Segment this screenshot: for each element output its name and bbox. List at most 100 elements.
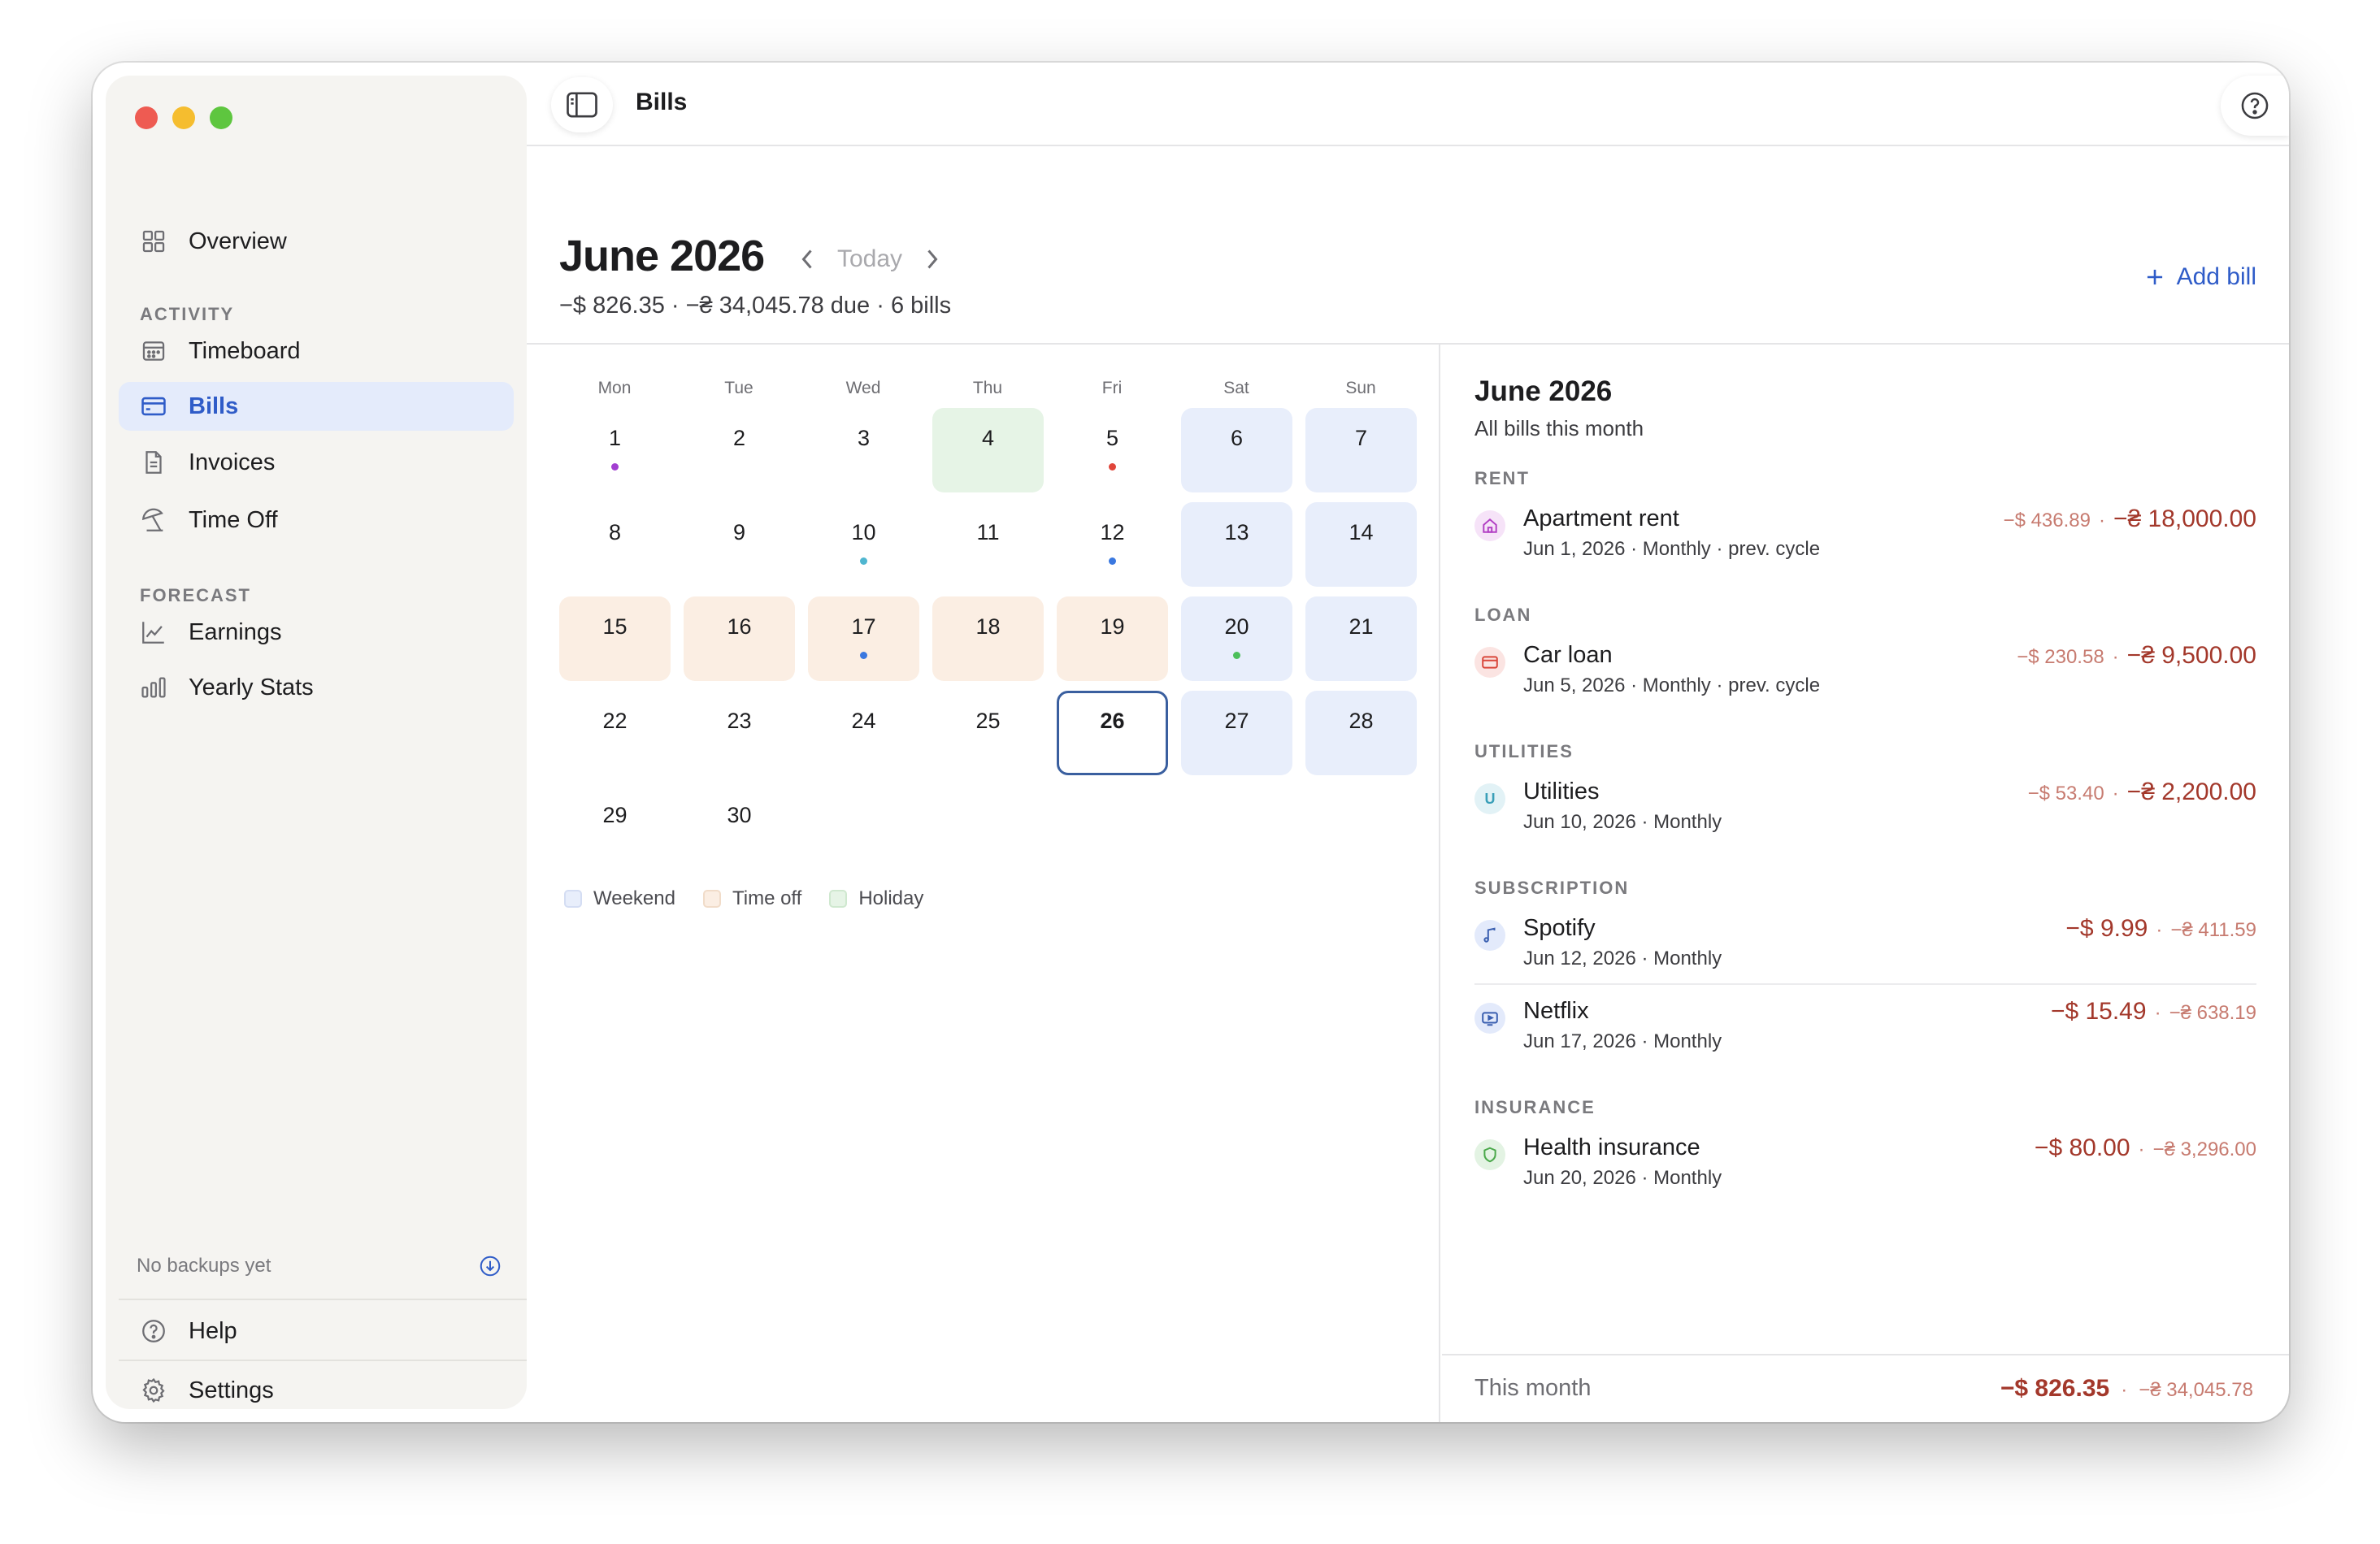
total-usd: −$ 826.35 [2000, 1375, 2110, 1402]
bill-amount: −$ 230.58 · −₴ 9,500.00 [2017, 642, 2256, 670]
calendar-day[interactable]: 5 [1057, 408, 1168, 492]
minimize-window-button[interactable] [172, 106, 195, 129]
day-number: 26 [1100, 709, 1125, 733]
help-button[interactable] [2221, 76, 2289, 136]
calendar-day[interactable]: 18 [932, 596, 1044, 681]
calendar-day[interactable]: 29 [559, 785, 671, 870]
chevron-left-icon[interactable] [798, 247, 816, 271]
amount-uah: −₴ 638.19 [2169, 1002, 2256, 1024]
category-subscription: SUBSCRIPTION [1474, 878, 1630, 898]
sidebar-item-label: Time Off [189, 506, 278, 533]
calendar-day[interactable]: 23 [684, 691, 795, 775]
calendar-day[interactable]: 15 [559, 596, 671, 681]
calendar-day[interactable]: 24 [808, 691, 919, 775]
calendar-day[interactable]: 10 [808, 502, 919, 587]
download-circle-icon[interactable] [478, 1254, 502, 1278]
sidebar-item-label: Overview [189, 228, 287, 254]
calendar-day[interactable]: 26 [1057, 691, 1168, 775]
day-number: 27 [1224, 709, 1249, 733]
calendar-day[interactable]: 8 [559, 502, 671, 587]
calendar-day[interactable]: 22 [559, 691, 671, 775]
sidebar-item-settings[interactable]: Settings [119, 1368, 514, 1413]
sidebar-item-bills[interactable]: Bills [119, 382, 514, 431]
calendar-day[interactable]: 7 [1305, 408, 1417, 492]
calendar-day[interactable]: 13 [1181, 502, 1292, 587]
sidebar-item-label: Help [189, 1317, 237, 1344]
calendar-day[interactable]: 11 [932, 502, 1044, 587]
bill-name: Apartment rent [1523, 505, 1679, 531]
calendar-day[interactable]: 20 [1181, 596, 1292, 681]
today-button[interactable]: Today [837, 245, 902, 273]
bill-row-health-insurance[interactable]: Health insurance Jun 20, 2026 · Monthly … [1474, 1134, 2256, 1199]
sidebar-item-invoices[interactable]: Invoices [119, 438, 514, 487]
calendar-day[interactable]: 14 [1305, 502, 1417, 587]
bill-divider [1474, 983, 2256, 985]
sidebar-item-overview[interactable]: Overview [119, 217, 514, 266]
amount-uah: −₴ 2,200.00 [2126, 779, 2256, 805]
calendar-day[interactable]: 30 [684, 785, 795, 870]
bill-indicator-dot [1109, 557, 1116, 565]
calendar-day[interactable]: 17 [808, 596, 919, 681]
bill-row-car-loan[interactable]: Car loan Jun 5, 2026 · Monthly · prev. c… [1474, 642, 2256, 707]
calendar-day[interactable]: 25 [932, 691, 1044, 775]
calendar-day[interactable]: 4 [932, 408, 1044, 492]
day-number: 11 [976, 520, 1000, 544]
bill-row-utilities[interactable]: U Utilities Jun 10, 2026 · Monthly −$ 53… [1474, 779, 2256, 844]
bill-name: Netflix [1523, 998, 1589, 1024]
zoom-window-button[interactable] [210, 106, 232, 129]
bill-meta: Jun 12, 2026 · Monthly [1523, 948, 1722, 969]
bill-row-apartment-rent[interactable]: Apartment rent Jun 1, 2026 · Monthly · p… [1474, 505, 2256, 570]
sidebar-item-yearly-stats[interactable]: Yearly Stats [119, 663, 514, 712]
bill-name: Health insurance [1523, 1134, 1700, 1160]
amount-usd: −$ 436.89 [2003, 510, 2091, 531]
toolbar-title: Bills [636, 89, 688, 115]
bill-amount: −$ 436.89 · −₴ 18,000.00 [2004, 505, 2256, 533]
shield-icon [1474, 1139, 1505, 1170]
month-navigation: Today [798, 245, 941, 273]
sidebar-item-timeoff[interactable]: Time Off [119, 496, 514, 544]
calendar-day[interactable]: 28 [1305, 691, 1417, 775]
calendar-day[interactable]: 1 [559, 408, 671, 492]
bill-row-spotify[interactable]: Spotify Jun 12, 2026 · Monthly −$ 9.99 ·… [1474, 915, 2256, 980]
weekday-header: Thu [972, 379, 1003, 397]
calendar-day[interactable]: 12 [1057, 502, 1168, 587]
sidebar-item-earnings[interactable]: Earnings [119, 608, 514, 657]
amount-uah: −₴ 18,000.00 [2113, 505, 2256, 532]
calendar-day[interactable]: 27 [1181, 691, 1292, 775]
bill-name: Utilities [1523, 779, 1600, 805]
sidebar-item-timeboard[interactable]: Timeboard [119, 327, 514, 375]
day-number: 19 [1100, 614, 1125, 639]
calendar-day[interactable]: 6 [1181, 408, 1292, 492]
day-number: 12 [1100, 520, 1125, 544]
calendar-day[interactable]: 3 [808, 408, 919, 492]
category-rent: RENT [1474, 468, 1530, 488]
utilities-badge-icon: U [1474, 783, 1505, 814]
legend-timeoff: Time off [702, 887, 802, 910]
umbrella-icon [142, 508, 163, 531]
calendar-day[interactable]: 2 [684, 408, 795, 492]
add-bill-button[interactable]: Add bill [2144, 263, 2256, 291]
sidebar-toggle-button[interactable] [551, 77, 613, 132]
day-number: 28 [1349, 709, 1374, 733]
bill-row-netflix[interactable]: Netflix Jun 17, 2026 · Monthly −$ 15.49 … [1474, 998, 2256, 1063]
separator-dot: · [2112, 646, 2119, 668]
calendar-day[interactable]: 19 [1057, 596, 1168, 681]
bill-meta: Jun 10, 2026 · Monthly [1523, 811, 1722, 833]
calendar-day[interactable]: 9 [684, 502, 795, 587]
sidebar-item-help[interactable]: Help [119, 1307, 514, 1355]
close-window-button[interactable] [135, 106, 158, 129]
card-icon [141, 397, 166, 416]
day-number: 13 [1224, 520, 1249, 544]
day-number: 30 [727, 803, 752, 827]
legend-holiday: Holiday [829, 887, 923, 910]
music-note-icon [1474, 920, 1505, 951]
bill-indicator-dot [860, 652, 867, 659]
backup-status: No backups yet [137, 1254, 502, 1278]
calendar-day[interactable]: 16 [684, 596, 795, 681]
footer-total: −$ 826.35 · −₴ 34,045.78 [2000, 1375, 2253, 1403]
calendar-day[interactable]: 21 [1305, 596, 1417, 681]
calendar-icon [142, 341, 165, 361]
bill-meta: Jun 5, 2026 · Monthly · prev. cycle [1523, 674, 1821, 696]
legend-label: Time off [732, 887, 802, 909]
chevron-right-icon[interactable] [923, 247, 941, 271]
